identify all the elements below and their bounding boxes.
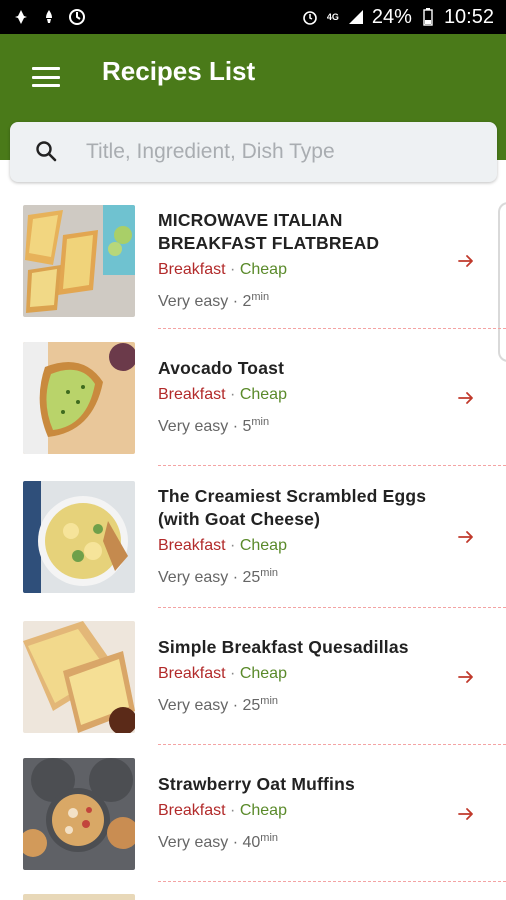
battery-percent: 24% — [371, 5, 412, 28]
recipe-tags: Breakfast · Cheap — [158, 663, 443, 685]
recipe-price: Cheap — [239, 260, 287, 278]
tag-separator: · — [225, 665, 240, 682]
search-input[interactable] — [86, 140, 466, 164]
recipe-image — [23, 341, 135, 454]
recipe-tags: Breakfast · Cheap — [158, 800, 443, 822]
recipe-meta: Very easy · 40min — [158, 827, 443, 854]
recipe-category: Breakfast — [158, 260, 226, 278]
recipe-image — [23, 204, 135, 317]
recipe-price: Cheap — [239, 665, 287, 682]
recipe-info: The Creamiest Scrambled Eggs (with Goat … — [158, 485, 443, 589]
notification-icon — [40, 8, 58, 26]
arrow-right-icon[interactable] — [456, 527, 476, 547]
list-item[interactable] — [0, 882, 506, 900]
alarm-icon — [302, 9, 318, 25]
recipe-difficulty: Very easy · — [158, 834, 243, 851]
list-item[interactable]: Strawberry Oat Muffins Breakfast · Cheap… — [0, 745, 506, 882]
clock: 10:52 — [443, 5, 494, 28]
status-bar: 4G 24% 10:52 — [0, 0, 506, 34]
recipe-difficulty: Very easy · — [158, 292, 243, 310]
recipe-info: MICROWAVE ITALIAN BREAKFAST FLATBREAD Br… — [158, 209, 443, 313]
recipe-category: Breakfast — [158, 665, 226, 682]
recipe-title: The Creamiest Scrambled Eggs (with Goat … — [158, 486, 427, 529]
recipe-image — [23, 757, 135, 870]
recipe-time: 25 — [242, 569, 261, 586]
tag-separator: · — [225, 537, 240, 554]
recipe-info: Avocado Toast Breakfast · Cheap Very eas… — [158, 357, 443, 438]
recipe-image — [23, 894, 135, 900]
recipe-title: Simple Breakfast Quesadillas — [158, 637, 409, 657]
recipe-info: Simple Breakfast Quesadillas Breakfast ·… — [158, 636, 443, 717]
system-status: 4G 24% 10:52 — [302, 6, 494, 29]
recipe-tags: Breakfast · Cheap — [158, 384, 443, 406]
page-title: Recipes List — [102, 56, 256, 86]
recipe-difficulty: Very easy · — [158, 697, 243, 714]
recipe-time: 40 — [242, 834, 261, 851]
recipe-time-unit: min — [251, 290, 270, 303]
recipe-time-unit: min — [260, 832, 279, 844]
recipe-image — [23, 481, 135, 593]
recipe-meta: Very easy · 25min — [158, 690, 443, 717]
arrow-right-icon[interactable] — [456, 804, 476, 824]
recipe-title: MICROWAVE ITALIAN BREAKFAST FLATBREAD — [158, 209, 380, 253]
recipe-tags: Breakfast · Cheap — [158, 259, 443, 281]
app-bar: Recipes List — [0, 34, 506, 182]
recipe-price: Cheap — [239, 386, 287, 403]
battery-icon — [420, 8, 436, 26]
recipe-category: Breakfast — [158, 537, 226, 554]
list-item[interactable]: Avocado Toast Breakfast · Cheap Very eas… — [0, 329, 506, 466]
notification-icon — [12, 8, 30, 26]
tag-separator: · — [225, 260, 240, 278]
arrow-right-icon[interactable] — [456, 388, 476, 408]
notification-icons — [12, 8, 86, 26]
arrow-right-icon[interactable] — [456, 251, 476, 271]
tag-separator: · — [225, 386, 240, 403]
recipe-category: Breakfast — [158, 802, 226, 819]
list-item[interactable]: MICROWAVE ITALIAN BREAKFAST FLATBREAD Br… — [0, 192, 506, 329]
recipe-info: Strawberry Oat Muffins Breakfast · Cheap… — [158, 773, 443, 854]
recipe-title: Avocado Toast — [158, 358, 285, 378]
menu-icon[interactable] — [28, 62, 64, 92]
tag-separator: · — [225, 802, 240, 819]
recipe-category: Breakfast — [158, 386, 226, 403]
recipe-time-unit: min — [251, 416, 270, 428]
recipe-time-unit: min — [260, 695, 279, 707]
search-icon — [36, 141, 57, 162]
recipe-difficulty: Very easy · — [158, 418, 243, 435]
recipe-image — [23, 620, 135, 733]
sync-icon — [68, 8, 86, 26]
recipe-difficulty: Very easy · — [158, 569, 243, 586]
recipe-time: 25 — [242, 697, 261, 714]
recipe-title: Strawberry Oat Muffins — [158, 774, 355, 794]
recipe-meta: Very easy · 2min — [158, 286, 443, 313]
arrow-right-icon[interactable] — [456, 667, 476, 687]
recipe-price: Cheap — [239, 537, 287, 554]
recipe-meta: Very easy · 25min — [158, 562, 443, 589]
list-item[interactable]: Simple Breakfast Quesadillas Breakfast ·… — [0, 608, 506, 745]
signal-icon — [348, 9, 364, 25]
recipe-list: MICROWAVE ITALIAN BREAKFAST FLATBREAD Br… — [0, 192, 506, 900]
network-type-icon: 4G — [326, 12, 339, 22]
recipe-time-unit: min — [260, 567, 279, 579]
recipe-tags: Breakfast · Cheap — [158, 535, 443, 557]
recipe-price: Cheap — [239, 802, 287, 819]
recipe-meta: Very easy · 5min — [158, 411, 443, 438]
list-item[interactable]: The Creamiest Scrambled Eggs (with Goat … — [0, 466, 506, 608]
search-bar[interactable] — [10, 122, 497, 182]
